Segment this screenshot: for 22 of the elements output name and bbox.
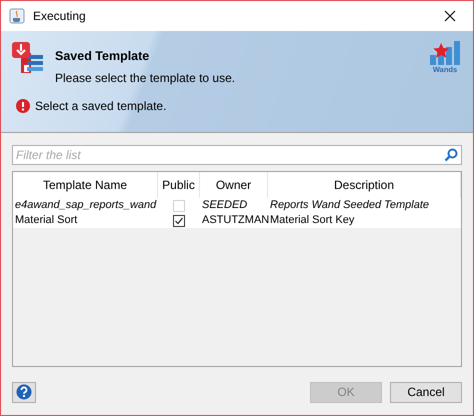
help-button[interactable]	[12, 382, 36, 402]
filter-field[interactable]: Filter the list	[12, 145, 462, 165]
star-bars-icon	[429, 41, 461, 65]
close-icon	[444, 10, 456, 22]
table-cell-text: Reports Wand Seeded Template	[269, 198, 430, 213]
search-icon	[444, 148, 458, 162]
help-icon	[16, 384, 32, 400]
table-cell-text: SEEDED	[201, 198, 248, 213]
table-cell-text: e4awand_sap_reports_wand	[14, 198, 158, 213]
header-title: Saved Template	[55, 49, 150, 63]
error-message: Select a saved template.	[35, 99, 166, 113]
table-cell-text: Material Sort Key	[269, 213, 356, 228]
template-list-icon	[11, 41, 45, 75]
table-cell-text: Material Sort	[14, 213, 78, 228]
dialog-button[interactable]: Cancel	[390, 382, 462, 402]
public-checkbox[interactable]	[173, 214, 185, 226]
window-title: Executing	[33, 9, 87, 23]
filter-input[interactable]: Filter the list	[13, 148, 444, 162]
java-cup-icon	[9, 8, 25, 24]
error-icon	[16, 99, 30, 113]
table-cell-text: ASTUTZMAN	[201, 213, 268, 228]
header-subtitle: Please select the template to use.	[55, 71, 236, 85]
